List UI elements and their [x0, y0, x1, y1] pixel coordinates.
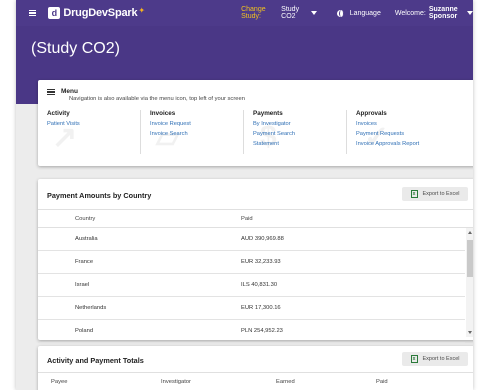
card-divider — [38, 372, 473, 373]
scroll-up-icon[interactable] — [468, 231, 472, 234]
app-window: d DrugDevSpark ✦ Change Study: Study CO2… — [16, 0, 473, 390]
scrollbar-thumb[interactable] — [467, 240, 473, 277]
table-scrollbar[interactable] — [466, 228, 473, 337]
country-cell: Poland — [75, 328, 94, 334]
export-to-excel-button[interactable]: x Export to Excel — [402, 352, 468, 366]
table-row: Netherlands EUR 17,300.16 — [38, 297, 465, 320]
excel-icon: x — [410, 355, 418, 363]
scroll-down-icon[interactable] — [468, 331, 472, 334]
brand-mark-icon: d — [48, 7, 61, 19]
chevron-down-icon — [310, 11, 317, 15]
excel-icon: x — [410, 190, 418, 198]
menu-heading-approvals: Approvals — [356, 110, 387, 117]
link-payment-requests[interactable]: Payment Requests — [356, 131, 419, 137]
paid-cell: EUR 17,300.16 — [241, 305, 281, 311]
link-by-investigator[interactable]: By Investigator — [253, 121, 295, 127]
link-patient-visits[interactable]: Patient Visits — [47, 121, 80, 127]
paid-cell: ILS 40,831.30 — [241, 282, 278, 288]
change-study-label: Change Study: — [241, 6, 266, 20]
column-divider — [140, 110, 141, 154]
export-to-excel-button[interactable]: x Export to Excel — [402, 187, 468, 201]
menu-heading-activity: Activity — [47, 110, 70, 117]
activity-totals-title: Activity and Payment Totals — [47, 356, 144, 365]
menu-column-approvals: Approvals Invoices Payment Requests Invo… — [356, 110, 419, 160]
user-menu[interactable]: Welcome: Suzanne Sponsor — [395, 6, 473, 20]
top-navbar: d DrugDevSpark ✦ Change Study: Study CO2… — [16, 0, 473, 26]
language-selector[interactable]: Language — [336, 9, 381, 17]
menu-column-payments: Payments By Investigator Payment Search … — [253, 110, 295, 160]
payment-amounts-title: Payment Amounts by Country — [47, 191, 152, 200]
menu-column-activity: Activity Patient Visits — [47, 110, 80, 160]
activity-totals-card: Activity and Payment Totals x Export to … — [38, 346, 473, 390]
page-title: (Study CO2) — [31, 40, 120, 57]
table-row: France EUR 32,233.93 — [38, 251, 465, 274]
payment-table-body: Australia AUD 390,969.88 France EUR 32,2… — [38, 228, 465, 343]
menu-icon — [47, 89, 55, 95]
column-header-earned[interactable]: Earned — [276, 379, 295, 385]
hamburger-menu-icon[interactable] — [29, 9, 37, 17]
paid-cell: EUR 32,233.93 — [241, 259, 281, 265]
column-header-investigator[interactable]: Investigator — [161, 379, 191, 385]
column-header-country[interactable]: Country — [75, 216, 95, 222]
study-selector[interactable]: Study CO2 — [281, 6, 317, 20]
brand-logo[interactable]: d DrugDevSpark ✦ — [48, 5, 146, 19]
country-cell: Australia — [75, 236, 98, 242]
menu-subtitle: Navigation is also available via the men… — [69, 96, 245, 102]
link-statement[interactable]: Statement — [253, 141, 295, 147]
table-row: Israel ILS 40,831.30 — [38, 274, 465, 297]
link-invoice-search[interactable]: Invoice Search — [150, 131, 191, 137]
user-name: Suzanne Sponsor — [428, 6, 458, 20]
country-cell: Israel — [75, 282, 90, 288]
link-invoice-request[interactable]: Invoice Request — [150, 121, 191, 127]
payment-amounts-card: Payment Amounts by Country x Export to E… — [38, 179, 473, 343]
paid-cell: AUD 390,969.88 — [241, 236, 284, 242]
menu-title: Menu — [61, 88, 78, 95]
country-cell: France — [75, 259, 94, 265]
brand-name: DrugDevSpark — [63, 7, 138, 19]
globe-icon — [336, 9, 344, 17]
column-divider — [346, 110, 347, 154]
menu-heading-payments: Payments — [253, 110, 283, 117]
table-row: Poland PLN 254,952.23 — [38, 320, 465, 343]
brand-spark-icon: ✦ — [138, 5, 146, 15]
export-label: Export to Excel — [422, 191, 460, 197]
column-header-paid[interactable]: Paid — [241, 216, 253, 222]
column-header-paid[interactable]: Paid — [376, 379, 388, 385]
table-row: Australia AUD 390,969.88 — [38, 228, 465, 251]
card-divider — [38, 209, 473, 210]
column-divider — [243, 110, 244, 154]
language-label: Language — [349, 9, 381, 17]
menu-card: Menu Navigation is also available via th… — [38, 80, 473, 166]
country-cell: Netherlands — [75, 305, 107, 311]
paid-cell: PLN 254,952.23 — [241, 328, 283, 334]
welcome-label: Welcome: — [394, 9, 426, 17]
menu-column-invoices: Invoices Invoice Request Invoice Search — [150, 110, 191, 160]
chevron-down-icon — [467, 11, 473, 15]
link-invoice-approvals-report[interactable]: Invoice Approvals Report — [356, 141, 419, 147]
current-study: Study CO2 — [281, 6, 300, 20]
link-approval-invoices[interactable]: Invoices — [356, 121, 419, 127]
menu-heading-invoices: Invoices — [150, 110, 176, 117]
link-payment-search[interactable]: Payment Search — [253, 131, 295, 137]
export-label: Export to Excel — [422, 356, 460, 362]
column-header-payee[interactable]: Payee — [51, 379, 67, 385]
